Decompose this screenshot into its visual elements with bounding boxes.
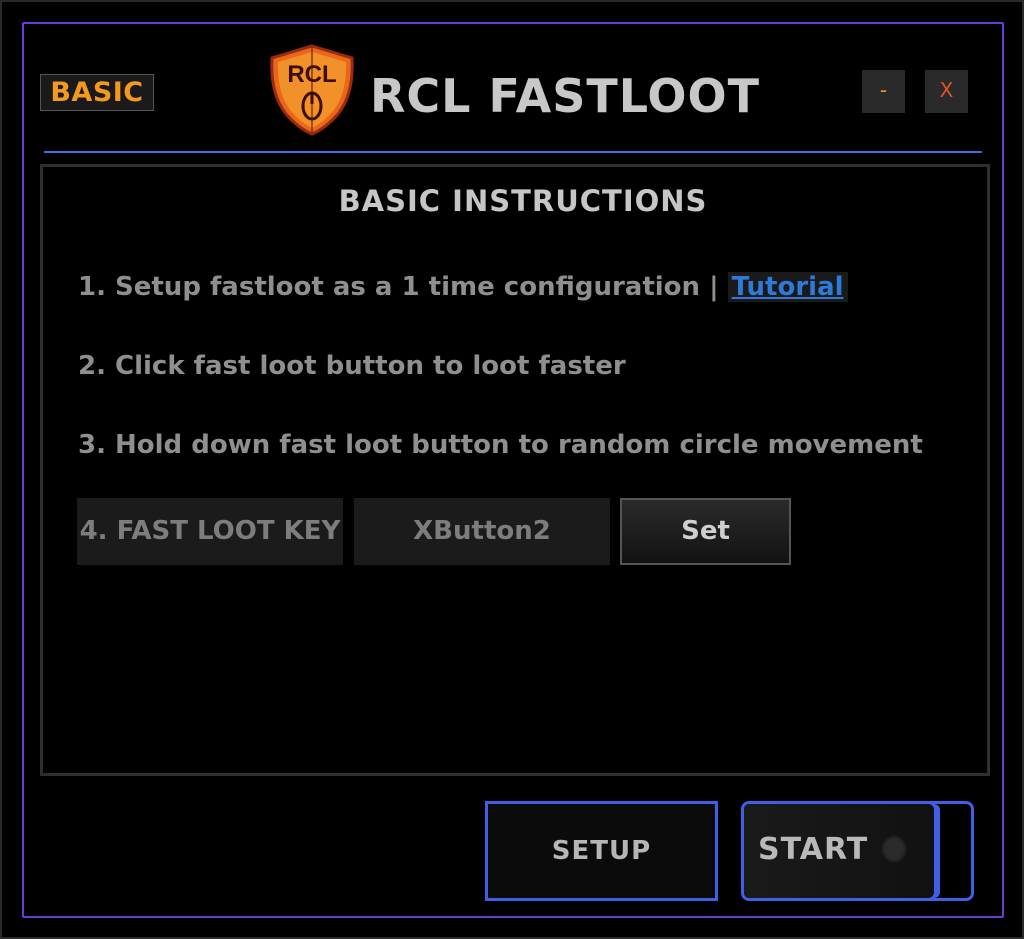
rcl-shield-logo-icon: RCL — [270, 44, 354, 136]
mode-badge: BASIC — [40, 74, 154, 111]
instruction-1: 1. Setup fastloot as a 1 time configurat… — [78, 272, 848, 302]
instruction-1-text: 1. Setup fastloot as a 1 time configurat… — [78, 272, 728, 302]
svg-text:RCL: RCL — [287, 61, 336, 88]
instruction-3: 3. Hold down fast loot button to random … — [78, 430, 923, 460]
status-indicator-icon — [881, 835, 907, 863]
set-key-button[interactable]: Set — [620, 498, 791, 565]
panel-title: BASIC INSTRUCTIONS — [338, 184, 708, 218]
tutorial-link[interactable]: Tutorial — [727, 272, 848, 302]
start-label: START — [758, 832, 869, 867]
fast-loot-key-value: XButton2 — [354, 498, 610, 565]
app-window: BASIC RCL RCL FASTLOOT - X BASIC INSTRUC… — [0, 0, 1024, 939]
close-button[interactable]: X — [925, 70, 968, 113]
instructions-panel — [40, 164, 990, 776]
setup-button[interactable]: SETUP — [485, 801, 718, 901]
fast-loot-key-label: 4. FAST LOOT KEY — [77, 498, 343, 565]
instruction-2: 2. Click fast loot button to loot faster — [78, 351, 626, 381]
app-title: RCL FASTLOOT — [370, 69, 761, 123]
minimize-button[interactable]: - — [862, 70, 905, 113]
header-divider — [44, 151, 982, 153]
start-toggle[interactable]: START — [741, 801, 974, 901]
